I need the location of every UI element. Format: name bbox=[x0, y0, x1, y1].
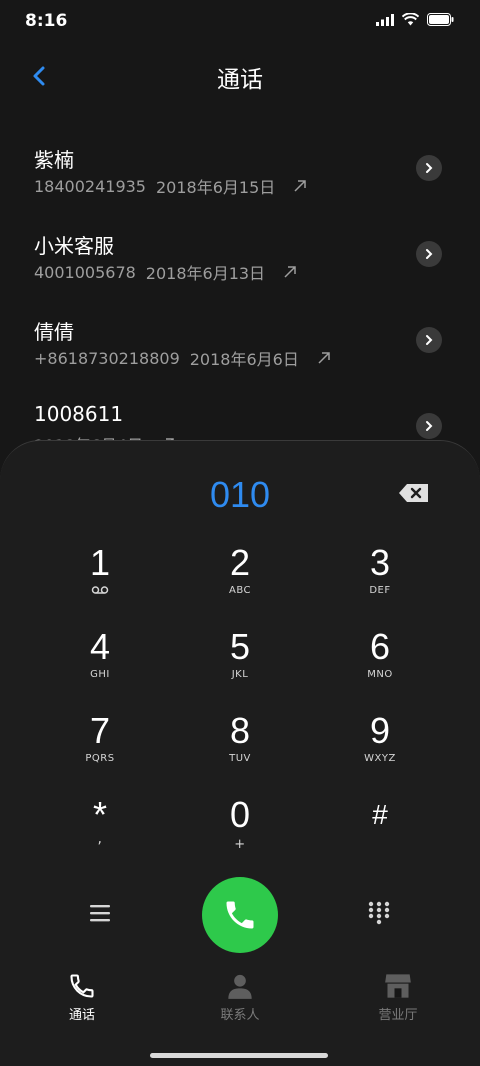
header: 通话 bbox=[0, 50, 480, 100]
call-date: 2018年6月15日 bbox=[155, 178, 276, 197]
call-log-item[interactable]: 倩倩 +8618730218809 2018年6月6日 bbox=[0, 298, 480, 384]
key-digit: 0 bbox=[229, 794, 251, 835]
key-digit: 7 bbox=[89, 710, 111, 751]
call-name: 1008611 bbox=[34, 402, 124, 426]
key-digit: * bbox=[92, 794, 107, 835]
store-icon bbox=[385, 974, 411, 998]
key-9[interactable]: 9 WXYZ bbox=[310, 709, 450, 793]
key-digit: 2 bbox=[229, 542, 251, 583]
page-title: 通话 bbox=[217, 67, 263, 93]
call-button[interactable] bbox=[202, 877, 278, 953]
call-name: 倩倩 bbox=[34, 320, 74, 344]
chevron-right-icon bbox=[426, 163, 433, 173]
key-letters: PQRS bbox=[85, 753, 115, 764]
key-digit: 3 bbox=[369, 542, 391, 583]
key-4[interactable]: 4 GHI bbox=[30, 625, 170, 709]
call-meta: 18400241935 2018年6月15日 bbox=[34, 174, 307, 198]
call-date: 2018年6月13日 bbox=[145, 264, 266, 283]
call-log-item[interactable]: 紫楠 18400241935 2018年6月15日 bbox=[0, 126, 480, 212]
dialpad-toggle-button[interactable] bbox=[368, 901, 390, 925]
dial-actions bbox=[0, 877, 480, 957]
tab-label: 营业厅 bbox=[378, 1008, 418, 1023]
key-star[interactable]: * , bbox=[30, 793, 170, 877]
call-log-item[interactable]: 小米客服 4001005678 2018年6月13日 bbox=[0, 212, 480, 298]
key-letters: MNO bbox=[367, 669, 393, 680]
call-meta: +8618730218809 2018年6月6日 bbox=[34, 346, 331, 370]
voicemail-icon bbox=[30, 585, 170, 599]
key-letters: + bbox=[234, 837, 246, 852]
key-7[interactable]: 7 PQRS bbox=[30, 709, 170, 793]
tab-store[interactable]: 营业厅 bbox=[338, 972, 458, 1023]
call-number: +8618730218809 bbox=[34, 348, 180, 368]
call-name: 小米客服 bbox=[34, 234, 114, 258]
key-5[interactable]: 5 JKL bbox=[170, 625, 310, 709]
key-letters: GHI bbox=[90, 669, 110, 680]
phone-icon bbox=[226, 901, 254, 929]
battery-icon bbox=[427, 13, 454, 26]
call-meta: 4001005678 2018年6月13日 bbox=[34, 260, 297, 284]
key-6[interactable]: 6 MNO bbox=[310, 625, 450, 709]
status-bar: 8:16 bbox=[0, 0, 480, 44]
call-detail-button[interactable] bbox=[416, 155, 442, 181]
key-letters: DEF bbox=[369, 585, 391, 596]
key-letters: JKL bbox=[231, 669, 249, 680]
status-time: 8:16 bbox=[25, 11, 68, 31]
key-letters: , bbox=[97, 831, 103, 847]
outgoing-call-icon bbox=[284, 266, 296, 278]
wifi-icon bbox=[402, 13, 419, 26]
tab-bar: 通话 联系人 营业厅 bbox=[0, 972, 480, 1032]
tab-contacts[interactable]: 联系人 bbox=[180, 972, 300, 1023]
key-digit: 1 bbox=[89, 542, 111, 583]
key-letters: WXYZ bbox=[364, 753, 396, 764]
backspace-icon bbox=[399, 484, 428, 502]
key-digit: 5 bbox=[229, 626, 251, 667]
key-digit: 4 bbox=[89, 626, 111, 667]
call-detail-button[interactable] bbox=[416, 413, 442, 439]
key-digit: # bbox=[372, 799, 388, 830]
dialpad-icon bbox=[368, 901, 390, 925]
key-2[interactable]: 2 ABC bbox=[170, 541, 310, 625]
menu-button[interactable] bbox=[88, 903, 112, 923]
call-date: 2018年6月6日 bbox=[189, 350, 299, 369]
call-name: 紫楠 bbox=[34, 148, 74, 172]
key-digit: 8 bbox=[229, 710, 251, 751]
chevron-right-icon bbox=[426, 249, 433, 259]
key-hash[interactable]: # bbox=[310, 793, 450, 877]
key-0[interactable]: 0 + bbox=[170, 793, 310, 877]
status-icons bbox=[376, 13, 454, 26]
person-icon bbox=[228, 974, 252, 999]
chevron-right-icon bbox=[426, 335, 433, 345]
key-1[interactable]: 1 bbox=[30, 541, 170, 625]
signal-icon bbox=[376, 13, 394, 26]
call-detail-button[interactable] bbox=[416, 241, 442, 267]
key-3[interactable]: 3 DEF bbox=[310, 541, 450, 625]
home-indicator[interactable] bbox=[150, 1053, 328, 1058]
key-letters: ABC bbox=[228, 585, 251, 596]
outgoing-call-icon bbox=[318, 352, 330, 364]
call-number: 18400241935 bbox=[34, 176, 146, 196]
key-letters: TUV bbox=[229, 753, 251, 764]
key-digit: 6 bbox=[369, 626, 391, 667]
tab-calls[interactable]: 通话 bbox=[22, 972, 142, 1023]
key-digit: 9 bbox=[369, 710, 391, 751]
call-log-list: 紫楠 18400241935 2018年6月15日 小米客服 400100567… bbox=[0, 126, 480, 470]
menu-icon bbox=[90, 905, 110, 922]
phone-icon bbox=[70, 974, 94, 998]
call-number: 4001005678 bbox=[34, 262, 136, 282]
chevron-right-icon bbox=[426, 421, 433, 431]
tab-label: 联系人 bbox=[220, 1008, 260, 1023]
outgoing-call-icon bbox=[294, 180, 306, 192]
key-8[interactable]: 8 TUV bbox=[170, 709, 310, 793]
phone-screen: 8:16 通话 紫楠 18400241935 2018年6月15日 小米客服 4… bbox=[0, 0, 480, 1066]
tab-label: 通话 bbox=[68, 1008, 95, 1023]
call-detail-button[interactable] bbox=[416, 327, 442, 353]
delete-button[interactable] bbox=[398, 483, 430, 503]
key-letters bbox=[310, 837, 450, 851]
